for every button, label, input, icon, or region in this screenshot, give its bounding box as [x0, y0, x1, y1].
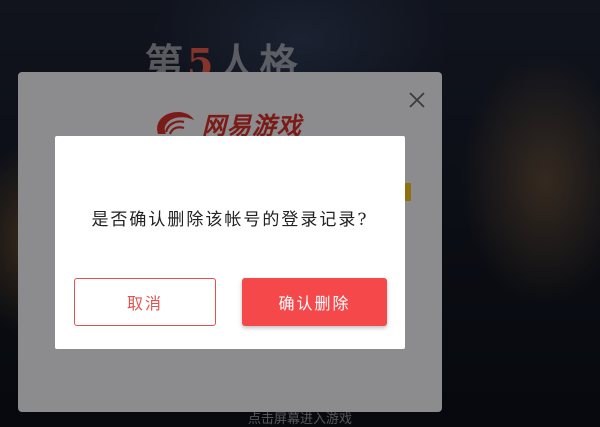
cancel-button[interactable]: 取消: [74, 278, 216, 326]
confirm-delete-dialog: 是否确认删除该帐号的登录记录? 取消 确认删除: [55, 136, 405, 349]
confirm-delete-button[interactable]: 确认删除: [242, 278, 387, 326]
dialog-message: 是否确认删除该帐号的登录记录?: [91, 210, 369, 230]
